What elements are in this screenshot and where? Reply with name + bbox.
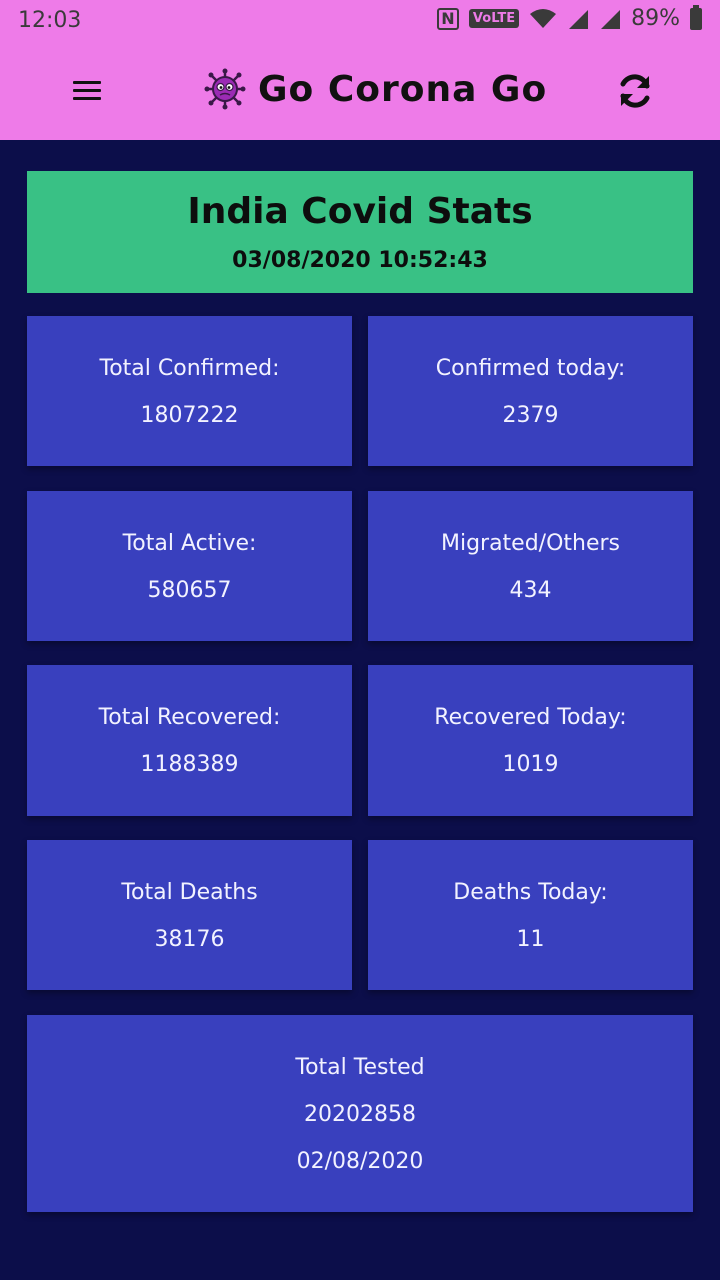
stat-label: Total Deaths <box>121 880 258 905</box>
app-bar: 12:03 N VoLTE 89% Go Corona Go <box>0 0 720 140</box>
app-title: Go Corona Go <box>258 68 548 110</box>
stat-card-total-active: Total Active: 580657 <box>27 491 352 641</box>
stat-value: 580657 <box>147 578 232 603</box>
stat-label: Deaths Today: <box>453 880 608 905</box>
stat-value: 1188389 <box>140 752 239 777</box>
stat-label: Total Active: <box>122 531 257 556</box>
volte-badge: VoLTE <box>468 9 520 28</box>
signal-icon-2 <box>601 9 621 29</box>
stat-card-total-deaths: Total Deaths 38176 <box>27 840 352 990</box>
stat-value: 11 <box>516 927 545 952</box>
stat-card-deaths-today: Deaths Today: 11 <box>368 840 693 990</box>
stat-value: 434 <box>509 578 552 603</box>
stat-label: Confirmed today: <box>435 356 626 381</box>
hamburger-menu-icon[interactable] <box>70 76 104 106</box>
stat-label: Recovered Today: <box>434 705 627 730</box>
stat-label: Total Recovered: <box>98 705 281 730</box>
stat-value: 2379 <box>502 403 559 428</box>
battery-percent: 89% <box>631 6 680 31</box>
refresh-icon[interactable] <box>614 70 656 112</box>
status-icons: N VoLTE 89% <box>436 4 702 31</box>
stat-label: Total Confirmed: <box>99 356 280 381</box>
stat-value: 1807222 <box>140 403 239 428</box>
virus-icon <box>204 68 246 110</box>
toolbar: Go Corona Go <box>0 44 720 140</box>
nfc-icon: N <box>436 7 459 30</box>
stat-card-total-confirmed: Total Confirmed: 1807222 <box>27 316 352 466</box>
stats-header-card: India Covid Stats 03/08/2020 10:52:43 <box>27 171 693 293</box>
stat-card-total-recovered: Total Recovered: 1188389 <box>27 665 352 816</box>
status-bar: 12:03 N VoLTE 89% <box>0 0 720 44</box>
status-time: 12:03 <box>18 8 82 33</box>
signal-icon <box>569 9 589 29</box>
tested-date: 02/08/2020 <box>296 1149 424 1174</box>
stat-card-migrated-others: Migrated/Others 434 <box>368 491 693 641</box>
stat-card-total-tested: Total Tested 20202858 02/08/2020 <box>27 1015 693 1212</box>
stat-card-confirmed-today: Confirmed today: 2379 <box>368 316 693 466</box>
stat-value: 1019 <box>502 752 559 777</box>
last-updated-timestamp: 03/08/2020 10:52:43 <box>232 248 488 273</box>
stat-card-recovered-today: Recovered Today: 1019 <box>368 665 693 816</box>
app-brand: Go Corona Go <box>204 68 547 110</box>
wifi-icon <box>530 8 557 28</box>
stat-value: 20202858 <box>304 1102 416 1127</box>
battery-icon <box>690 4 702 30</box>
stat-label: Total Tested <box>295 1055 425 1080</box>
stat-value: 38176 <box>154 927 225 952</box>
page-title: India Covid Stats <box>187 191 533 232</box>
stat-label: Migrated/Others <box>440 531 621 556</box>
